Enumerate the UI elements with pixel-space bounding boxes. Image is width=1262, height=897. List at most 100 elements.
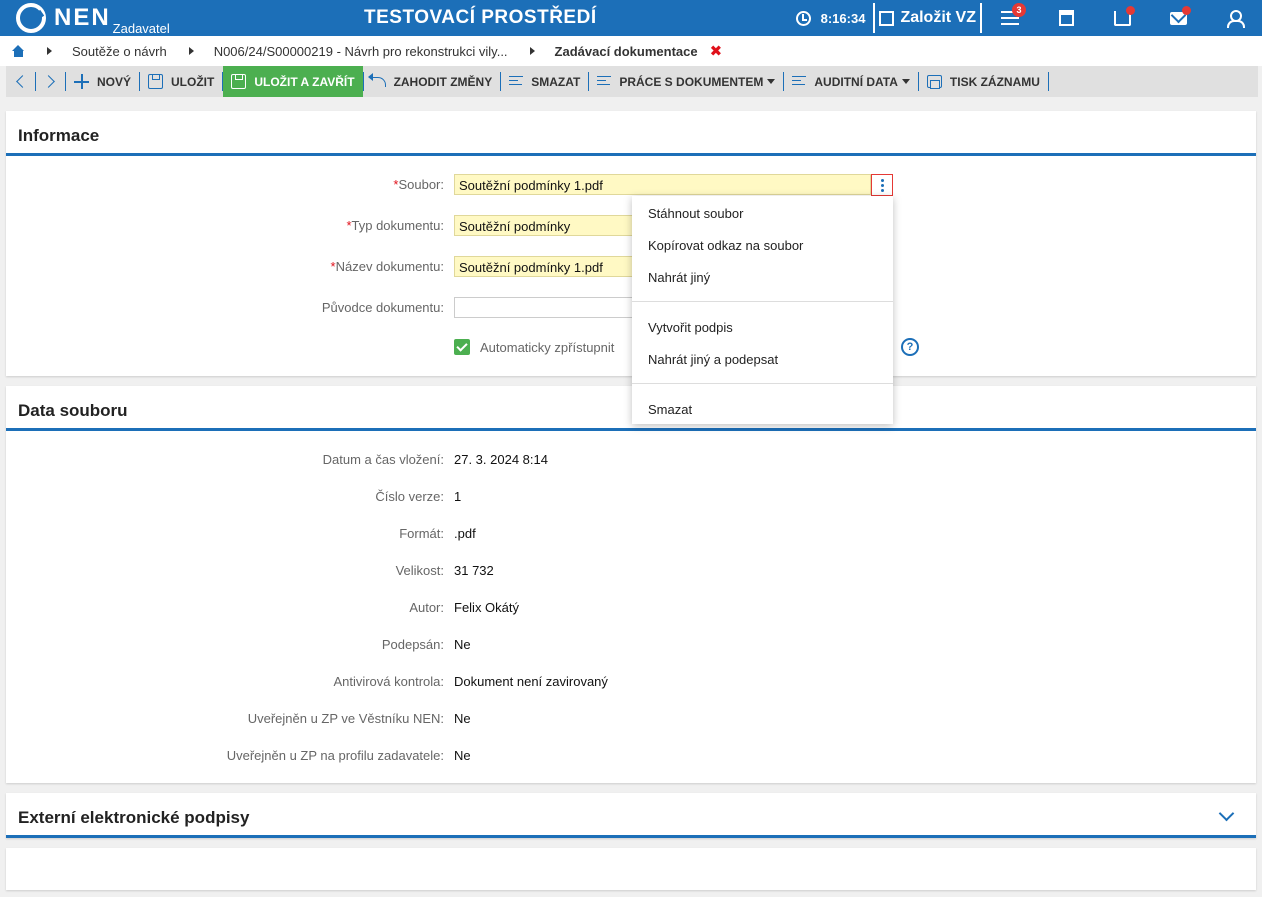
menu-item-download[interactable]: Stáhnout soubor: [648, 206, 743, 221]
document-work-label: PRÁCE S DOKUMENTEM: [619, 74, 764, 89]
menu-divider: [632, 383, 893, 384]
user-button[interactable]: [1206, 0, 1262, 36]
calculator-icon: [1058, 10, 1074, 26]
list-action-icon: [597, 75, 612, 88]
field-label: Antivirová kontrola:: [333, 674, 444, 689]
printer-icon: [926, 75, 942, 89]
field-label: Autor:: [409, 600, 444, 615]
discard-changes-button[interactable]: ZAHODIT ZMĚNY: [364, 66, 501, 97]
logo-text: NEN: [54, 4, 111, 31]
user-icon: [1227, 10, 1245, 28]
list-action-icon: [509, 75, 524, 88]
version-value: 1: [454, 489, 462, 504]
breadcrumb-item-contract[interactable]: N006/24/S00000219 - Návrh pro rekonstruk…: [214, 44, 508, 59]
file-options-button[interactable]: [871, 174, 893, 196]
document-type-field[interactable]: Soutěžní podmínky: [454, 215, 634, 236]
document-type-label: *Typ dokumentu:: [346, 218, 444, 233]
back-button[interactable]: [6, 66, 35, 97]
file-data-panel-title: Data souboru: [18, 401, 128, 420]
signatures-panel: Externí elektronické podpisy: [6, 793, 1256, 838]
file-field[interactable]: Soutěžní podmínky 1.pdf: [454, 174, 871, 195]
save-and-close-button[interactable]: ULOŽIT A ZAVŘÍT: [223, 66, 363, 97]
close-tab-icon[interactable]: ✖: [710, 42, 723, 60]
breadcrumb-current: Zadávací dokumentace: [554, 43, 698, 59]
inbox-button[interactable]: [1094, 0, 1150, 36]
breadcrumb-arrow-icon: [529, 47, 535, 55]
save-button[interactable]: ULOŽIT: [140, 66, 222, 97]
action-toolbar: NOVÝ ULOŽIT ULOŽIT A ZAVŘÍT ZAHODIT ZMĚN…: [6, 66, 1258, 97]
print-record-button[interactable]: TISK ZÁZNAMU: [919, 66, 1048, 97]
breadcrumb-item-competitions[interactable]: Soutěže o návrh: [72, 44, 167, 59]
logo-subtitle: Zadavatel: [112, 21, 170, 36]
calculator-button[interactable]: [1038, 0, 1094, 36]
delete-label: SMAZAT: [531, 74, 581, 89]
save-and-close-label: ULOŽIT A ZAVŘÍT: [254, 74, 355, 89]
save-label: ULOŽIT: [171, 74, 215, 89]
field-label: Číslo verze:: [375, 489, 444, 504]
format-value: .pdf: [454, 526, 476, 541]
insert-date-value: 27. 3. 2024 8:14: [454, 452, 548, 467]
author-value: Felix Okátý: [454, 600, 520, 615]
document-name-field[interactable]: Soutěžní podmínky 1.pdf: [454, 256, 634, 277]
file-label: *Soubor:: [393, 177, 444, 192]
file-label-text: Soubor:: [398, 177, 444, 192]
document-type-label-text: Typ dokumentu:: [351, 218, 445, 233]
nen-logo[interactable]: NEN Zadavatel: [16, 3, 170, 36]
signatures-panel-title: Externí elektronické podpisy: [18, 808, 250, 827]
audit-data-dropdown[interactable]: AUDITNÍ DATA: [784, 66, 918, 97]
field-label: Formát:: [399, 526, 444, 541]
delete-button[interactable]: SMAZAT: [501, 66, 588, 97]
document-originator-field[interactable]: [454, 297, 634, 318]
breadcrumb-arrow-icon: [47, 47, 52, 55]
menu-item-upload-and-sign[interactable]: Nahrát jiný a podepsat: [648, 352, 778, 367]
session-clock: 8:16:34: [795, 10, 865, 26]
document-work-dropdown[interactable]: PRÁCE S DOKUMENTEM: [589, 66, 783, 97]
menu-item-create-signature[interactable]: Vytvořit podpis: [648, 320, 733, 335]
new-button[interactable]: NOVÝ: [66, 66, 139, 97]
menu-divider: [632, 301, 893, 302]
file-data-panel: Data souboru Datum a čas vložení: 27. 3.…: [6, 386, 1256, 783]
create-contract-button[interactable]: Založit VZ: [873, 3, 982, 33]
signed-value: Ne: [454, 637, 471, 652]
document-name-label: *Název dokumentu:: [331, 259, 444, 274]
chevron-down-icon[interactable]: [1218, 805, 1235, 822]
menu-badge: 3: [1012, 3, 1026, 17]
kebab-dot: [880, 178, 884, 182]
kebab-dot: [880, 188, 884, 192]
menu-item-delete[interactable]: Smazat: [648, 402, 692, 417]
menu-item-upload-other[interactable]: Nahrát jiný: [648, 270, 710, 285]
floppy-disk-icon: [148, 74, 164, 89]
chevron-right-icon: [42, 75, 55, 88]
forward-button[interactable]: [36, 66, 65, 97]
size-value: 31 732: [454, 563, 494, 578]
floppy-disk-icon: [231, 74, 247, 89]
inbox-notification-dot: [1126, 6, 1135, 15]
file-context-menu: Stáhnout soubor Kopírovat odkaz na soubo…: [632, 196, 893, 424]
logo-ring-icon: [16, 3, 46, 33]
field-label: Velikost:: [395, 563, 444, 578]
home-icon[interactable]: [12, 45, 25, 57]
list-action-icon: [792, 75, 807, 88]
signatures-panel-header[interactable]: Externí elektronické podpisy: [6, 793, 1256, 838]
environment-title: TESTOVACÍ PROSTŘEDÍ: [364, 7, 597, 28]
document-originator-label: Původce dokumentu:: [321, 300, 444, 315]
menu-item-copy-link[interactable]: Kopírovat odkaz na soubor: [648, 238, 803, 253]
field-label: Datum a čas vložení:: [322, 452, 444, 467]
document-name-label-text: Název dokumentu:: [335, 259, 444, 274]
help-icon[interactable]: ?: [901, 338, 919, 356]
create-contract-label: Založit VZ: [900, 9, 976, 26]
caret-down-icon: [767, 79, 776, 84]
plus-icon: [74, 74, 89, 89]
messages-button[interactable]: [1150, 0, 1206, 36]
auto-publish-checkbox[interactable]: [454, 339, 470, 355]
breadcrumb-arrow-icon: [188, 47, 194, 55]
breadcrumb: Soutěže o návrh N006/24/S00000219 - Návr…: [0, 36, 1262, 66]
info-panel-header: Informace: [6, 111, 1256, 156]
chevron-left-icon: [16, 75, 29, 88]
info-panel-title: Informace: [18, 126, 100, 145]
field-label: Uveřejněn u ZP na profilu zadavatele:: [226, 748, 444, 763]
kebab-dot: [880, 183, 884, 187]
menu-button[interactable]: 3: [982, 0, 1038, 36]
top-bar: NEN Zadavatel TESTOVACÍ PROSTŘEDÍ 8:16:3…: [0, 0, 1262, 36]
field-label: Podepsán:: [381, 637, 444, 652]
